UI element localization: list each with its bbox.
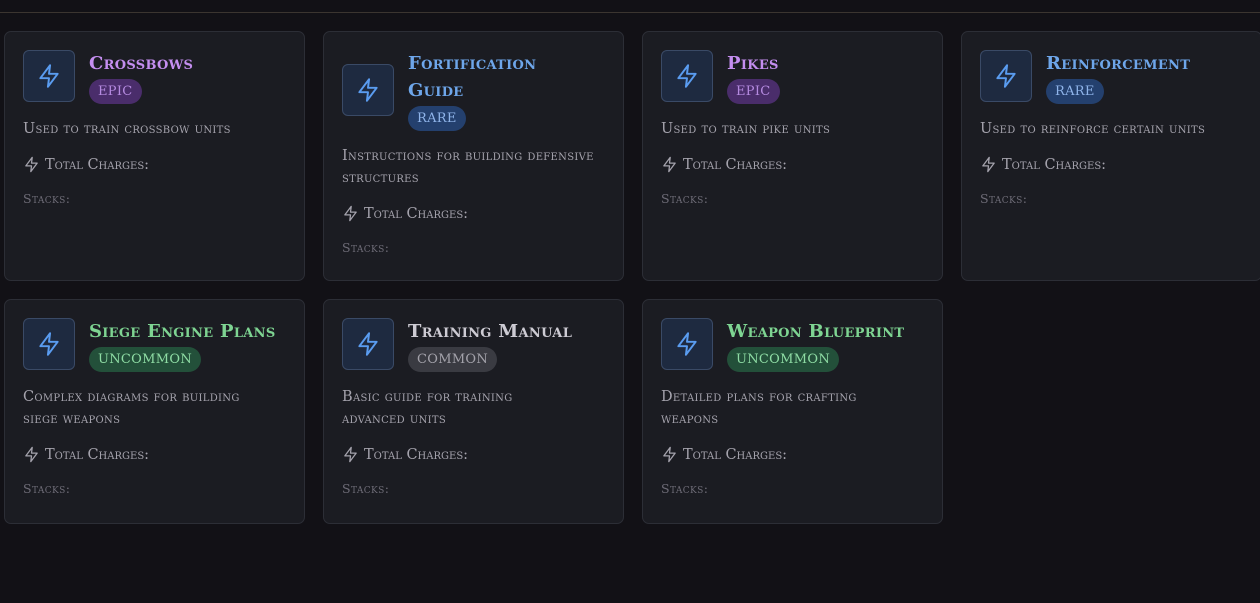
rarity-badge: Uncommon [727, 347, 839, 372]
total-charges-label: Total Charges: [364, 205, 469, 222]
total-charges: Total Charges: [661, 156, 924, 173]
stacks-label: Stacks: [342, 481, 390, 496]
lightning-small-icon [344, 205, 357, 222]
rarity-badge: Uncommon [89, 347, 201, 372]
lightning-icon [342, 318, 394, 370]
total-charges: Total Charges: [980, 156, 1243, 173]
lightning-small-icon [344, 446, 357, 463]
item-title: Fortification Guide [408, 53, 537, 101]
item-description: Detailed plans for crafting weapons [661, 389, 857, 427]
total-charges-label: Total Charges: [364, 446, 469, 463]
stacks-label: Stacks: [661, 481, 709, 496]
stacks-label: Stacks: [980, 191, 1028, 206]
total-charges: Total Charges: [23, 446, 286, 463]
item-title: Weapon Blueprint [727, 321, 905, 342]
total-charges: Total Charges: [342, 446, 605, 463]
item-grid: Crossbows Epic Used to train crossbow un… [4, 31, 1260, 524]
lightning-small-icon [25, 156, 38, 173]
stacks-label: Stacks: [342, 240, 390, 255]
lightning-icon [342, 64, 394, 116]
total-charges: Total Charges: [342, 205, 605, 222]
total-charges-label: Total Charges: [683, 156, 788, 173]
total-charges: Total Charges: [661, 446, 924, 463]
item-description: Complex diagrams for building siege weap… [23, 389, 240, 427]
item-description: Basic guide for training advanced units [342, 389, 513, 427]
lightning-small-icon [982, 156, 995, 173]
item-card-fortification-guide[interactable]: Fortification Guide Rare Instructions fo… [323, 31, 624, 281]
item-card-siege-engine-plans[interactable]: Siege Engine Plans Uncommon Complex diag… [4, 299, 305, 524]
lightning-icon [23, 50, 75, 102]
lightning-small-icon [25, 446, 38, 463]
item-description: Used to train pike units [661, 121, 831, 137]
lightning-small-icon [663, 446, 676, 463]
item-card-weapon-blueprint[interactable]: Weapon Blueprint Uncommon Detailed plans… [642, 299, 943, 524]
rarity-badge: Epic [89, 79, 142, 104]
lightning-icon [980, 50, 1032, 102]
stacks-label: Stacks: [23, 481, 71, 496]
item-title: Reinforcement [1046, 53, 1191, 74]
total-charges: Total Charges: [23, 156, 286, 173]
rarity-badge: Epic [727, 79, 780, 104]
lightning-icon [23, 318, 75, 370]
item-card-pikes[interactable]: Pikes Epic Used to train pike units Tota… [642, 31, 943, 281]
item-card-reinforcement[interactable]: Reinforcement Rare Used to reinforce cer… [961, 31, 1260, 281]
rarity-badge: Rare [408, 106, 466, 131]
stacks-label: Stacks: [661, 191, 709, 206]
item-title: Crossbows [89, 53, 194, 74]
header-divider [0, 12, 1260, 13]
lightning-icon [661, 50, 713, 102]
total-charges-label: Total Charges: [45, 156, 150, 173]
item-description: Used to reinforce certain units [980, 121, 1206, 137]
lightning-icon [661, 318, 713, 370]
item-description: Instructions for building defensive stru… [342, 148, 594, 186]
total-charges-label: Total Charges: [683, 446, 788, 463]
item-title: Pikes [727, 53, 779, 74]
item-card-crossbows[interactable]: Crossbows Epic Used to train crossbow un… [4, 31, 305, 281]
item-description: Used to train crossbow units [23, 121, 231, 137]
item-card-training-manual[interactable]: Training Manual Common Basic guide for t… [323, 299, 624, 524]
stacks-label: Stacks: [23, 191, 71, 206]
lightning-small-icon [663, 156, 676, 173]
total-charges-label: Total Charges: [1002, 156, 1107, 173]
total-charges-label: Total Charges: [45, 446, 150, 463]
item-title: Siege Engine Plans [89, 321, 276, 342]
item-title: Training Manual [408, 321, 573, 342]
rarity-badge: Common [408, 347, 498, 372]
rarity-badge: Rare [1046, 79, 1104, 104]
